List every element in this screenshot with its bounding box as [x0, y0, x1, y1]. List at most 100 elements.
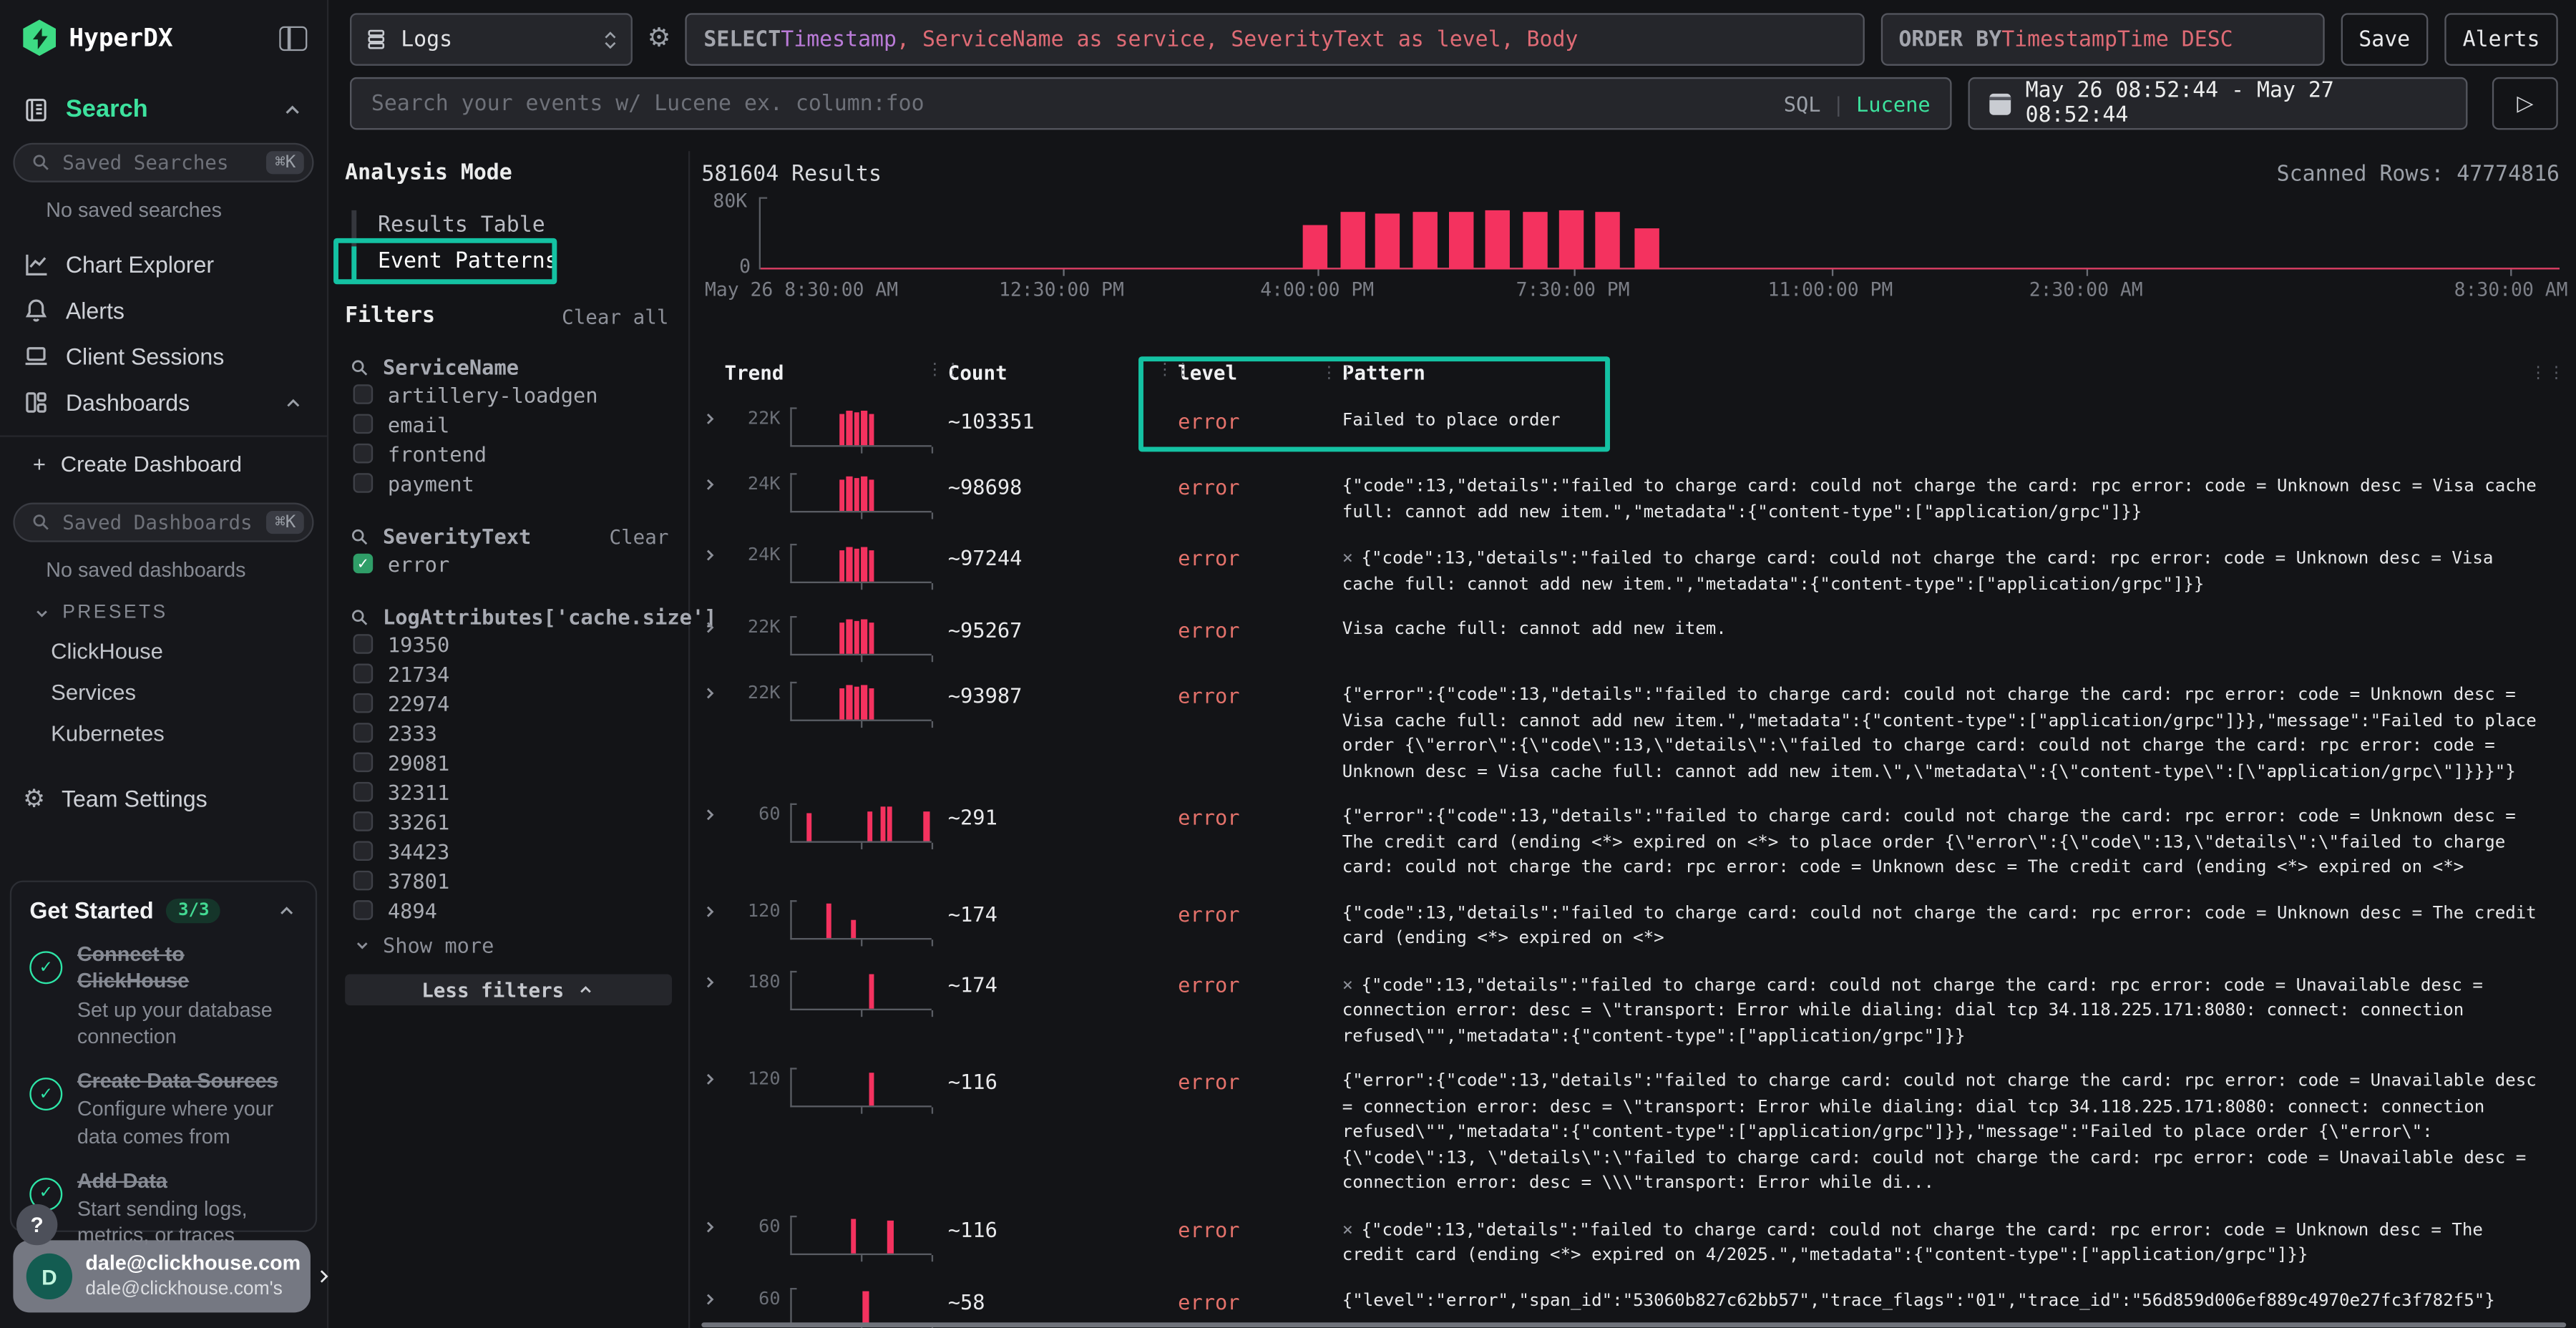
pattern-row[interactable]: 60~58error{"level":"error","span_id":"53…	[701, 1277, 2569, 1328]
event-search-input[interactable]: Search your events w/ Lucene ex. column:…	[350, 77, 1952, 130]
drag-handle-icon[interactable]: ⋮⋮	[927, 361, 963, 379]
expand-row-chevron-icon[interactable]	[701, 615, 724, 664]
pattern-row[interactable]: 120~174error{"code":13,"details":"failed…	[701, 889, 2569, 960]
save-button[interactable]: Save	[2341, 13, 2428, 65]
pattern-text[interactable]: {"code":13,"details":"failed to charge c…	[1342, 898, 2570, 952]
expand-row-chevron-icon[interactable]	[701, 801, 724, 881]
sidebar-item-search[interactable]: Search	[23, 95, 304, 123]
pattern-text[interactable]: {"error":{"code":13,"details":"failed to…	[1342, 801, 2570, 881]
checkbox-icon[interactable]	[353, 634, 374, 654]
pattern-row[interactable]: 24K~98698error{"code":13,"details":"fail…	[701, 463, 2569, 534]
sidebar-item-team-settings[interactable]: ⚙ Team Settings	[23, 785, 304, 811]
run-query-button[interactable]: ▷	[2492, 77, 2558, 130]
pattern-text[interactable]: ×{"code":13,"details":"failed to charge …	[1342, 968, 2570, 1050]
get-started-item[interactable]: ✓Connect to ClickHouseSet up your databa…	[29, 942, 297, 1050]
expand-row-chevron-icon[interactable]	[701, 680, 724, 786]
histogram-bar[interactable]	[1595, 212, 1619, 270]
checkbox-icon[interactable]	[353, 384, 374, 404]
select-query-input[interactable]: SELECT Timestamp, ServiceName as service…	[686, 13, 1864, 65]
lucene-mode-toggle[interactable]: Lucene	[1856, 91, 1931, 115]
histogram-bar[interactable]	[1450, 212, 1474, 270]
histogram-bar[interactable]	[1302, 224, 1327, 269]
filter-option[interactable]: 32311	[353, 777, 688, 806]
get-started-item[interactable]: ✓Add DataStart sending logs, metrics, or…	[29, 1168, 297, 1249]
histogram-bar[interactable]	[1635, 229, 1659, 270]
preset-item-kubernetes[interactable]: Kubernetes	[51, 721, 327, 746]
order-by-input[interactable]: ORDER BY TimestampTime DESC	[1880, 13, 2324, 65]
pattern-row[interactable]: 22K~103351errorFailed to place order	[701, 398, 2569, 464]
sidebar-collapse-icon[interactable]	[279, 26, 307, 50]
pattern-text[interactable]: {"code":13,"details":"failed to charge c…	[1342, 472, 2570, 526]
pattern-text[interactable]: {"error":{"code":13,"details":"failed to…	[1342, 680, 2570, 786]
drag-handle-icon[interactable]: ⋮⋮	[1156, 361, 1193, 379]
checkbox-icon[interactable]	[353, 414, 374, 434]
show-more-link[interactable]: Show more	[353, 933, 688, 957]
checkbox-icon[interactable]	[353, 693, 374, 713]
filter-option[interactable]: 34423	[353, 836, 688, 866]
mode-event-patterns[interactable]: Event Patterns	[345, 243, 688, 280]
checkbox-icon[interactable]	[353, 723, 374, 743]
pattern-row[interactable]: 24K~97244error×{"code":13,"details":"fai…	[701, 534, 2569, 606]
presets-toggle[interactable]: PRESETS	[33, 603, 327, 623]
clear-filter-link[interactable]: Clear	[609, 525, 668, 548]
checkbox-icon[interactable]	[353, 811, 374, 831]
checkbox-icon[interactable]	[353, 473, 374, 493]
filter-option[interactable]: ✓error	[353, 549, 688, 578]
preset-item-services[interactable]: Services	[51, 680, 327, 705]
histogram-bar[interactable]	[1523, 212, 1548, 270]
histogram-bar[interactable]	[1340, 213, 1364, 270]
pattern-text[interactable]: ×{"code":13,"details":"failed to charge …	[1342, 1214, 2570, 1269]
expand-row-chevron-icon[interactable]	[701, 898, 724, 952]
checkbox-icon[interactable]	[353, 841, 374, 861]
checkbox-icon[interactable]	[353, 753, 374, 773]
column-header-count[interactable]: ⋮⋮Count	[948, 361, 1178, 398]
create-dashboard-button[interactable]: +Create Dashboard	[0, 437, 327, 483]
pattern-text[interactable]: {"level":"error","span_id":"53060b827c62…	[1342, 1286, 2570, 1328]
filter-option[interactable]: payment	[353, 468, 688, 497]
filter-option[interactable]: 22974	[353, 688, 688, 718]
user-menu[interactable]: D dale@clickhouse.com dale@clickhouse.co…	[13, 1240, 311, 1312]
drag-handle-icon[interactable]: ⋮⋮	[2530, 361, 2567, 387]
filter-option[interactable]: 4894	[353, 895, 688, 924]
saved-searches-input[interactable]: Saved Searches ⌘K	[13, 143, 313, 182]
horizontal-scrollbar[interactable]	[701, 1322, 2566, 1327]
clear-all-filters-link[interactable]: Clear all	[562, 305, 668, 328]
checkbox-icon[interactable]	[353, 782, 374, 802]
column-header-pattern[interactable]: ⋮⋮Pattern⋮⋮	[1342, 361, 2570, 398]
expand-row-chevron-icon[interactable]	[701, 1066, 724, 1197]
filter-option[interactable]: artillery-loadgen	[353, 379, 688, 409]
sidebar-item-dashboards[interactable]: Dashboards	[0, 379, 327, 425]
alerts-button[interactable]: Alerts	[2444, 13, 2557, 65]
expand-row-chevron-icon[interactable]	[701, 1286, 724, 1328]
mode-results-table[interactable]: Results Table	[345, 207, 688, 243]
expand-row-chevron-icon[interactable]	[701, 1214, 724, 1269]
expand-row-chevron-icon[interactable]	[701, 406, 724, 455]
help-button[interactable]: ?	[16, 1204, 57, 1245]
filter-option[interactable]: 19350	[353, 629, 688, 658]
pattern-row[interactable]: 60~116error×{"code":13,"details":"failed…	[701, 1205, 2569, 1277]
histogram-bar[interactable]	[1559, 210, 1584, 269]
sidebar-item-chart-explorer[interactable]: Chart Explorer	[0, 241, 327, 287]
pattern-text[interactable]: Visa cache full: cannot add new item.	[1342, 615, 2570, 664]
drag-handle-icon[interactable]: ⋮⋮	[1321, 361, 1357, 387]
checkbox-icon[interactable]	[353, 871, 374, 891]
filter-option[interactable]: 37801	[353, 866, 688, 895]
histogram-bar[interactable]	[1376, 215, 1400, 270]
pattern-row[interactable]: 22K~93987error{"error":{"code":13,"detai…	[701, 672, 2569, 794]
filter-option[interactable]: 21734	[353, 659, 688, 688]
chevron-up-icon[interactable]	[281, 98, 304, 121]
pattern-row[interactable]: 60~291error{"error":{"code":13,"details"…	[701, 794, 2569, 889]
pattern-text[interactable]: ×{"code":13,"details":"failed to charge …	[1342, 542, 2570, 598]
get-started-item[interactable]: ✓Create Data SourcesConfigure where your…	[29, 1068, 297, 1149]
checkbox-icon[interactable]	[353, 664, 374, 684]
pattern-row[interactable]: 180~174error×{"code":13,"details":"faile…	[701, 960, 2569, 1058]
checkbox-checked-icon[interactable]: ✓	[353, 554, 374, 574]
filter-option[interactable]: email	[353, 409, 688, 439]
filter-option[interactable]: 29081	[353, 748, 688, 777]
sidebar-item-alerts[interactable]: Alerts	[0, 288, 327, 333]
column-header-level[interactable]: ⋮⋮level	[1178, 361, 1342, 398]
sql-mode-toggle[interactable]: SQL	[1784, 91, 1821, 115]
pattern-row[interactable]: 120~116error{"error":{"code":13,"details…	[701, 1058, 2569, 1205]
results-histogram[interactable]: 80K 0	[759, 197, 2560, 270]
sidebar-item-client-sessions[interactable]: Client Sessions	[0, 333, 327, 379]
